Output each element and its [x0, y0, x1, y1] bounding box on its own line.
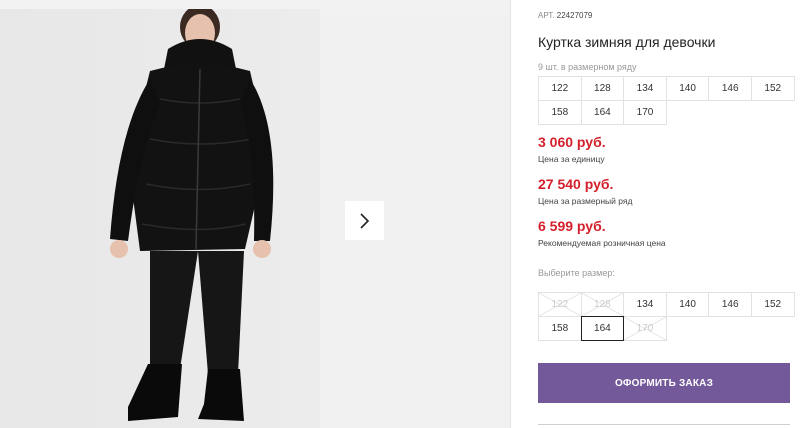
product-gallery [0, 0, 510, 428]
size-row-cell: 128 [580, 76, 625, 101]
size-option-140[interactable]: 140 [665, 292, 710, 317]
size-row-cell: 152 [750, 76, 795, 101]
place-order-button[interactable]: ОФОРМИТЬ ЗАКАЗ [538, 363, 790, 403]
sku-label: АРТ. [538, 11, 555, 20]
size-selector: 122 128 134 140 146 152 158 164 170 [538, 292, 795, 341]
row-price: 27 540 руб. [538, 176, 614, 192]
size-row-cell: 140 [665, 76, 710, 101]
row-price-caption: Цена за размерный ряд [538, 196, 633, 206]
unit-price: 3 060 руб. [538, 134, 606, 150]
product-title: Куртка зимняя для девочки [538, 34, 716, 50]
size-option-128: 128 [580, 292, 625, 317]
unit-price-caption: Цена за единицу [538, 154, 605, 164]
sku-value: 22427079 [556, 11, 593, 20]
size-option-170: 170 [623, 316, 667, 341]
size-option-146[interactable]: 146 [708, 292, 752, 317]
size-option-134[interactable]: 134 [623, 292, 667, 317]
size-option-122: 122 [538, 292, 582, 317]
retail-price-caption: Рекомендуемая розничная цена [538, 238, 666, 248]
size-row-cell: 146 [708, 76, 752, 101]
retail-price: 6 599 руб. [538, 218, 606, 234]
choose-size-label: Выберите размер: [538, 268, 615, 278]
size-row-cell: 134 [623, 76, 667, 101]
size-row-cell: 122 [538, 76, 582, 101]
section-divider [538, 424, 790, 425]
sku-line: АРТ. 22427079 [538, 11, 592, 20]
chevron-right-icon [359, 212, 369, 229]
size-row-cell: 158 [538, 100, 582, 125]
size-option-152[interactable]: 152 [750, 292, 795, 317]
next-image-button[interactable] [345, 201, 384, 240]
size-option-164[interactable]: 164 [580, 316, 625, 341]
size-option-158[interactable]: 158 [538, 316, 582, 341]
size-row-table: 122 128 134 140 146 152 158 164 170 [538, 76, 795, 125]
size-row-cell: 170 [623, 100, 667, 125]
girl-in-black-jacket-image [110, 5, 274, 421]
product-photo [0, 5, 320, 428]
size-row-cell: 164 [580, 100, 625, 125]
panel-divider [510, 0, 511, 428]
size-row-note: 9 шт. в размерном ряду [538, 62, 637, 72]
